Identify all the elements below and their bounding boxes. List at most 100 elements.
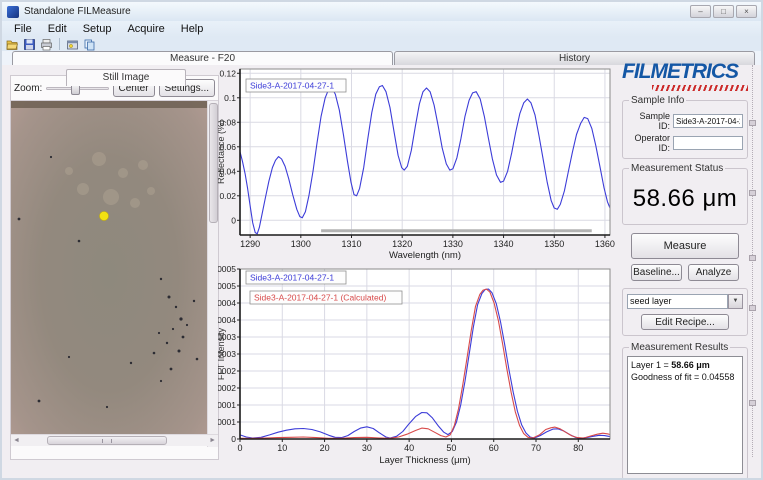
menu-edit[interactable]: Edit: [40, 22, 75, 36]
svg-text:0.00002: 0.00002: [218, 383, 236, 393]
window-title: Standalone FILMeasure: [24, 6, 131, 17]
svg-text:20: 20: [320, 443, 330, 453]
minimize-button[interactable]: –: [690, 5, 711, 18]
result-line-goodness: Goodness of fit = 0.04558: [631, 371, 739, 383]
measurement-status-title: Measurement Status: [629, 163, 725, 174]
svg-text:0.00005: 0.00005: [218, 264, 236, 274]
recipe-group: seed layer ▼ Edit Recipe...: [622, 288, 748, 336]
panel-splitter[interactable]: [752, 65, 753, 457]
svg-text:0: 0: [237, 443, 242, 453]
y-axis-label: Reflectance (%): [218, 120, 226, 184]
maximize-button[interactable]: □: [713, 5, 734, 18]
image-vertical-scrollbar[interactable]: [207, 101, 218, 447]
title-bar: Standalone FILMeasure – □ ×: [2, 2, 761, 21]
svg-text:0: 0: [231, 215, 236, 225]
menu-acquire[interactable]: Acquire: [119, 22, 172, 36]
legend-entry: Side3-A-2017-04-27-1: [246, 79, 346, 92]
svg-text:1300: 1300: [291, 239, 311, 249]
app-window: Standalone FILMeasure – □ × File Edit Se…: [0, 0, 763, 480]
menu-file[interactable]: File: [6, 22, 40, 36]
svg-text:0.02: 0.02: [219, 191, 236, 201]
camera-image-viewport: ◄ ►: [11, 100, 218, 446]
x-axis-label: Layer Thickness (μm): [379, 455, 470, 466]
menu-bar: File Edit Setup Acquire Help: [2, 21, 761, 37]
baseline-button[interactable]: Baseline...: [631, 264, 682, 281]
tab-still-image[interactable]: Still Image: [66, 69, 186, 86]
camera-image: [11, 101, 207, 434]
vertical-scroll-thumb[interactable]: [209, 103, 218, 223]
splitter-handle[interactable]: [749, 305, 756, 311]
svg-text:0.00004: 0.00004: [218, 298, 236, 308]
content-area: Still Image Zoom: Center Settings...: [2, 65, 761, 478]
analyze-button[interactable]: Analyze: [688, 264, 739, 281]
svg-text:50: 50: [446, 443, 456, 453]
recipe-selected-value[interactable]: seed layer: [627, 294, 728, 309]
svg-text:1350: 1350: [544, 239, 564, 249]
svg-text:1320: 1320: [392, 239, 412, 249]
svg-text:1290: 1290: [240, 239, 260, 249]
image-horizontal-scrollbar[interactable]: ◄ ►: [11, 434, 218, 446]
svg-text:0: 0: [231, 434, 236, 444]
x-axis-label: Wavelength (nm): [389, 250, 461, 261]
result-layer-value: 58.66 μm: [671, 360, 710, 370]
operator-id-input[interactable]: [673, 136, 743, 150]
y-axis-label: FFT Intensity: [218, 327, 226, 380]
copy-icon[interactable]: [83, 38, 96, 51]
zoom-label: Zoom:: [14, 83, 42, 94]
svg-text:40: 40: [404, 443, 414, 453]
svg-text:Side3-A-2017-04-27-1: Side3-A-2017-04-27-1: [250, 81, 334, 91]
svg-text:0.00004: 0.00004: [218, 315, 236, 325]
measurement-status-group: Measurement Status 58.66 μm: [622, 163, 748, 225]
results-listbox[interactable]: Layer 1 = 58.66 μm Goodness of fit = 0.0…: [627, 356, 743, 474]
open-icon[interactable]: [6, 38, 19, 51]
save-icon[interactable]: [23, 38, 36, 51]
sample-info-group: Sample Info Sample ID: Operator ID:: [622, 95, 748, 159]
measure-button[interactable]: Measure: [631, 233, 739, 259]
svg-text:Side3-A-2017-04-27-1: Side3-A-2017-04-27-1: [250, 273, 334, 283]
legend-entry: Side3-A-2017-04-27-1 (Calculated): [250, 291, 402, 304]
close-button[interactable]: ×: [736, 5, 757, 18]
toolbar: [2, 37, 761, 51]
svg-text:0.1: 0.1: [224, 93, 236, 103]
menu-help[interactable]: Help: [173, 22, 212, 36]
print-icon[interactable]: [40, 38, 53, 51]
splitter-handle[interactable]: [749, 120, 756, 126]
sample-info-title: Sample Info: [629, 95, 686, 106]
legend-entry: Side3-A-2017-04-27-1: [246, 271, 346, 284]
svg-text:1340: 1340: [494, 239, 514, 249]
edit-recipe-button[interactable]: Edit Recipe...: [641, 314, 729, 330]
svg-text:80: 80: [573, 443, 583, 453]
svg-text:0.00005: 0.00005: [218, 281, 236, 291]
scroll-right-arrow-icon[interactable]: ►: [209, 437, 216, 444]
splitter-handle[interactable]: [749, 400, 756, 406]
measurement-value: 58.66 μm: [627, 177, 743, 219]
scroll-grip: [102, 439, 112, 443]
measurement-results-group: Measurement Results Layer 1 = 58.66 μm G…: [622, 342, 748, 480]
result-line-layer: Layer 1 = 58.66 μm: [631, 359, 739, 371]
svg-text:1310: 1310: [341, 239, 361, 249]
right-panel: FILMETRICS Sample Info Sample ID: Operat…: [622, 59, 748, 480]
svg-text:1330: 1330: [443, 239, 463, 249]
recipe-combobox[interactable]: seed layer ▼: [627, 294, 743, 309]
measurement-spot: [100, 212, 109, 221]
svg-text:70: 70: [531, 443, 541, 453]
sample-id-input[interactable]: [673, 114, 743, 128]
chevron-down-icon[interactable]: ▼: [728, 294, 743, 309]
splitter-handle[interactable]: [749, 255, 756, 261]
svg-text:Side3-A-2017-04-27-1 (Calculat: Side3-A-2017-04-27-1 (Calculated): [254, 293, 386, 303]
measurement-results-title: Measurement Results: [629, 342, 730, 353]
svg-text:1360: 1360: [595, 239, 615, 249]
capture-icon[interactable]: [66, 38, 79, 51]
svg-text:30: 30: [362, 443, 372, 453]
svg-text:0.12: 0.12: [219, 68, 236, 78]
scroll-left-arrow-icon[interactable]: ◄: [13, 437, 20, 444]
toolbar-separator: [59, 38, 60, 50]
horizontal-scroll-thumb[interactable]: [47, 436, 167, 445]
svg-text:10: 10: [277, 443, 287, 453]
menu-setup[interactable]: Setup: [75, 22, 120, 36]
still-image-panel: Still Image Zoom: Center Settings...: [10, 75, 219, 460]
filmetrics-logo: FILMETRICS: [622, 59, 748, 85]
splitter-handle[interactable]: [749, 190, 756, 196]
operator-id-label: Operator ID:: [627, 133, 673, 153]
app-icon: [7, 6, 19, 18]
